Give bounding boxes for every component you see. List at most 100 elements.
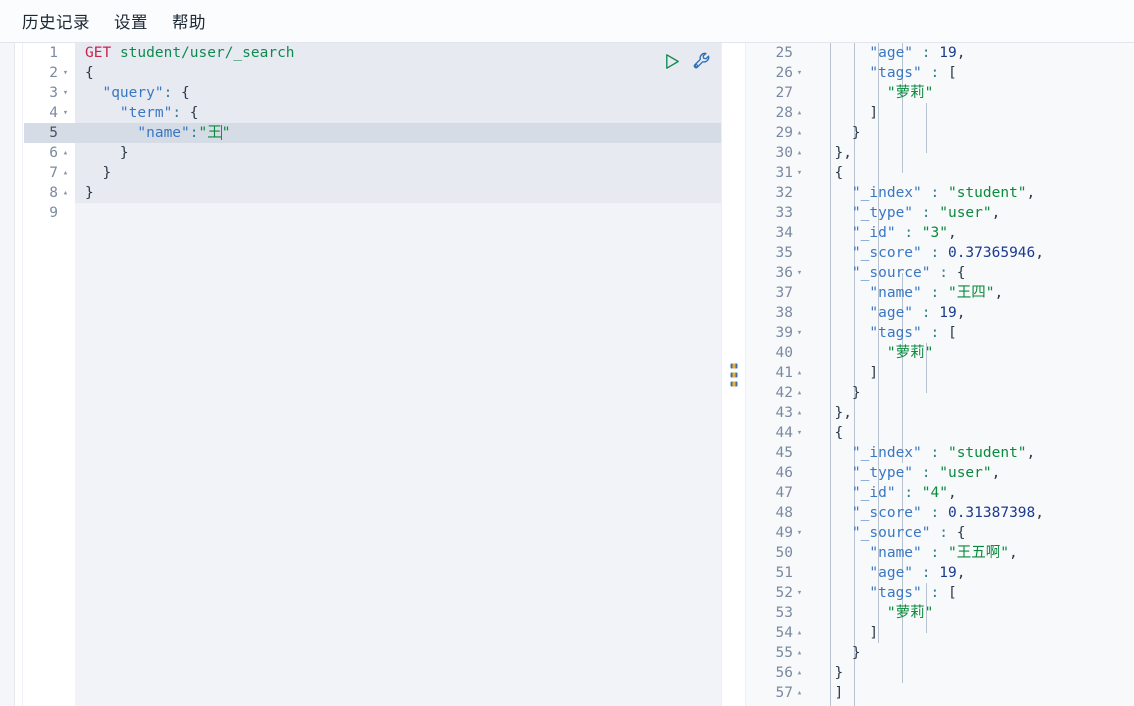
code-token: "age" (869, 45, 914, 61)
code-line[interactable]: "name" : "王五啊", (809, 543, 1134, 563)
code-line[interactable]: "_score" : 0.37365946, (809, 243, 1134, 263)
code-line[interactable]: } (75, 143, 721, 163)
code-line[interactable]: "萝莉" (809, 343, 1134, 363)
code-line[interactable]: ] (809, 103, 1134, 123)
fold-up-icon[interactable]: ▴ (794, 103, 805, 123)
fold-down-icon[interactable]: ▾ (60, 103, 71, 123)
code-line[interactable]: ] (809, 363, 1134, 383)
response-code[interactable]: "age" : 19, "tags" : [ "萝莉" ] } }, { "_i… (809, 43, 1134, 706)
line-number: 35 (746, 243, 809, 263)
code-line[interactable]: "_id" : "3", (809, 223, 1134, 243)
line-number: 54 ▴ (746, 623, 809, 643)
fold-down-icon[interactable]: ▾ (60, 63, 71, 83)
fold-up-icon[interactable]: ▴ (60, 163, 71, 183)
code-token: ] (869, 105, 879, 121)
code-line[interactable]: "query": { (75, 83, 721, 103)
line-number: 56 ▴ (746, 663, 809, 683)
code-line[interactable]: "age" : 19, (809, 303, 1134, 323)
play-icon[interactable] (663, 52, 682, 71)
code-line[interactable]: GET student/user/_search (75, 43, 721, 63)
code-line[interactable]: "_index" : "student", (809, 183, 1134, 203)
code-line[interactable]: "_type" : "user", (809, 463, 1134, 483)
menu-history[interactable]: 历史记录 (22, 9, 90, 33)
code-line[interactable]: }, (809, 403, 1134, 423)
fold-down-icon[interactable]: ▾ (794, 423, 805, 443)
menu-settings[interactable]: 设置 (114, 9, 148, 33)
fold-down-icon[interactable]: ▾ (794, 63, 805, 83)
code-line[interactable]: "tags" : [ (809, 323, 1134, 343)
response-viewer[interactable]: 25 26 ▾ 27 28 ▴ 29 ▴ 30 ▴ 31 ▾ 32 33 34 35 36 ▾ 37 38 39 ▾ 40 4… (745, 43, 1134, 706)
code-line[interactable]: "萝莉" (809, 83, 1134, 103)
code-line[interactable]: ] (809, 623, 1134, 643)
fold-down-icon[interactable]: ▾ (794, 523, 805, 543)
line-number-text: 6 (49, 145, 58, 161)
fold-down-icon[interactable]: ▾ (794, 323, 805, 343)
code-token: "user" (939, 205, 992, 221)
code-line[interactable]: "_id" : "4", (809, 483, 1134, 503)
code-line[interactable]: "name" : "王四", (809, 283, 1134, 303)
code-line[interactable] (75, 203, 721, 223)
fold-down-icon[interactable]: ▾ (794, 263, 805, 283)
code-line[interactable]: } (809, 383, 1134, 403)
code-line[interactable]: "萝莉" (809, 603, 1134, 623)
code-token: : (172, 105, 182, 121)
code-token: : (930, 445, 940, 461)
code-line[interactable]: "name":"王" (75, 123, 721, 143)
code-line[interactable]: "tags" : [ (809, 63, 1134, 83)
fold-up-icon[interactable]: ▴ (794, 663, 805, 683)
line-number: 32 (746, 183, 809, 203)
code-line[interactable]: "age" : 19, (809, 43, 1134, 63)
code-token: } (834, 405, 844, 421)
fold-up-icon[interactable]: ▴ (794, 363, 805, 383)
code-line[interactable]: { (809, 423, 1134, 443)
code-line[interactable]: "term": { (75, 103, 721, 123)
response-gutter[interactable]: 25 26 ▾ 27 28 ▴ 29 ▴ 30 ▴ 31 ▾ 32 33 34 35 36 ▾ 37 38 39 ▾ 40 4… (746, 43, 809, 706)
code-line[interactable]: } (809, 643, 1134, 663)
fold-up-icon[interactable]: ▴ (794, 143, 805, 163)
code-token: [ (947, 325, 957, 341)
fold-up-icon[interactable]: ▴ (794, 623, 805, 643)
request-editor-code[interactable]: GET student/user/_search { "query": { "te… (75, 43, 721, 706)
fold-up-icon[interactable]: ▴ (794, 383, 805, 403)
fold-down-icon[interactable]: ▾ (794, 583, 805, 603)
code-line[interactable]: } (75, 183, 721, 203)
code-line[interactable]: } (809, 663, 1134, 683)
fold-up-icon[interactable]: ▴ (60, 183, 71, 203)
code-line[interactable]: "tags" : [ (809, 583, 1134, 603)
code-line[interactable]: "_source" : { (809, 523, 1134, 543)
code-line[interactable]: } (809, 123, 1134, 143)
code-line[interactable]: "_source" : { (809, 263, 1134, 283)
request-editor[interactable]: 1 2 ▾ 3 ▾ 4 ▾ 5 6 ▴ 7 ▴ 8 ▴ 9 GET student/user/_search… (24, 43, 721, 706)
code-line[interactable]: }, (809, 143, 1134, 163)
code-token: : (930, 545, 940, 561)
code-token: : (930, 285, 940, 301)
drag-handle-icon[interactable] (730, 363, 737, 386)
menu-help[interactable]: 帮助 (172, 9, 206, 33)
code-line[interactable]: "_score" : 0.31387398, (809, 503, 1134, 523)
fold-up-icon[interactable]: ▴ (794, 123, 805, 143)
fold-up-icon[interactable]: ▴ (794, 403, 805, 423)
fold-down-icon[interactable]: ▾ (60, 83, 71, 103)
code-line[interactable]: "age" : 19, (809, 563, 1134, 583)
code-line[interactable]: "_type" : "user", (809, 203, 1134, 223)
panel-splitter[interactable] (721, 43, 745, 706)
code-line[interactable]: { (809, 163, 1134, 183)
code-line[interactable]: } (75, 163, 721, 183)
request-editor-gutter[interactable]: 1 2 ▾ 3 ▾ 4 ▾ 5 6 ▴ 7 ▴ 8 ▴ 9 (24, 43, 75, 706)
code-line[interactable]: { (75, 63, 721, 83)
line-number-text: 27 (775, 85, 793, 101)
code-line[interactable]: ] (809, 683, 1134, 703)
code-token: , (991, 465, 1001, 481)
fold-up-icon[interactable]: ▴ (794, 643, 805, 663)
fold-up-icon[interactable]: ▴ (60, 143, 71, 163)
wrench-icon[interactable] (692, 51, 713, 72)
code-line[interactable]: "_index" : "student", (809, 443, 1134, 463)
fold-up-icon[interactable]: ▴ (794, 683, 805, 703)
fold-down-icon[interactable]: ▾ (794, 163, 805, 183)
line-number-text: 44 (775, 425, 793, 441)
